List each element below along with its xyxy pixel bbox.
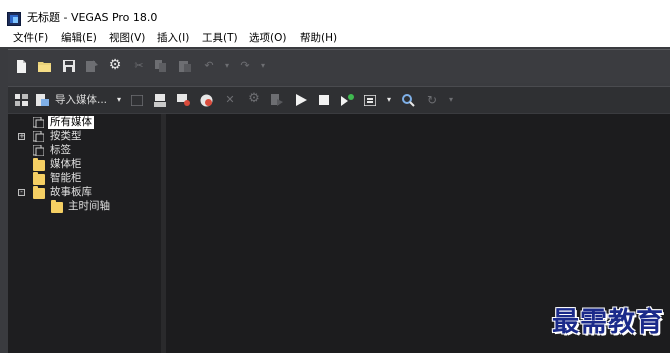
tree-item-by-type[interactable]: + 按类型 bbox=[8, 130, 158, 143]
import-dropdown-icon[interactable]: ▾ bbox=[112, 93, 126, 107]
burn-disc-icon[interactable] bbox=[176, 93, 190, 107]
tree-item-label: 媒体柜 bbox=[50, 158, 82, 170]
render-as-icon[interactable] bbox=[85, 59, 99, 73]
capture-icon[interactable] bbox=[130, 93, 144, 107]
tree-item-label: 智能柜 bbox=[50, 172, 82, 184]
tree-item-label: 故事板库 bbox=[50, 186, 92, 198]
apply-media-fx-icon[interactable] bbox=[270, 93, 284, 107]
undo-dropdown-icon[interactable]: ▾ bbox=[220, 59, 234, 73]
tree-item-storyboard-bins[interactable]: - 故事板库 bbox=[8, 186, 158, 199]
expand-toggle[interactable]: + bbox=[18, 132, 25, 140]
tree-item-media-bins[interactable]: 媒体柜 bbox=[8, 158, 158, 171]
undo-icon[interactable]: ↶ bbox=[202, 59, 216, 73]
refresh-icon[interactable]: ↻ bbox=[425, 93, 439, 107]
media-toolbar: 导入媒体... ▾ ✕ ⚙ ▾ ↻ ▾ bbox=[8, 86, 670, 113]
redo-dropdown-icon[interactable]: ▾ bbox=[256, 59, 270, 73]
tree-item-all-media[interactable]: 所有媒体 bbox=[8, 116, 158, 129]
window-title: 无标题 - VEGAS Pro 18.0 bbox=[27, 11, 158, 24]
tree-item-label: 标签 bbox=[50, 144, 71, 156]
effects-icon[interactable]: ⚙ bbox=[247, 92, 261, 106]
refresh-dropdown-icon[interactable]: ▾ bbox=[444, 93, 458, 107]
new-file-icon[interactable] bbox=[14, 59, 28, 73]
bin-icon bbox=[33, 145, 44, 156]
views-icon[interactable] bbox=[363, 93, 377, 107]
menu-edit[interactable]: 编辑(E) bbox=[61, 30, 97, 46]
menu-file[interactable]: 文件(F) bbox=[13, 30, 48, 46]
cut-icon[interactable]: ✂ bbox=[132, 59, 146, 73]
get-media-icon[interactable] bbox=[153, 93, 167, 107]
tree-item-smart-bins[interactable]: 智能柜 bbox=[8, 172, 158, 185]
copy-icon[interactable] bbox=[154, 59, 168, 73]
collapse-toggle[interactable]: - bbox=[18, 188, 25, 196]
menu-options[interactable]: 选项(O) bbox=[249, 30, 286, 46]
save-icon[interactable] bbox=[62, 59, 76, 73]
play-icon[interactable] bbox=[294, 93, 308, 107]
menu-tools[interactable]: 工具(T) bbox=[202, 30, 238, 46]
folder-icon bbox=[33, 172, 45, 185]
stop-icon[interactable] bbox=[317, 93, 331, 107]
auto-preview-icon[interactable] bbox=[340, 93, 354, 107]
vegas-app-icon bbox=[7, 12, 21, 26]
tree-item-label: 所有媒体 bbox=[48, 116, 94, 129]
bin-icon bbox=[33, 117, 44, 128]
tree-item-tags[interactable]: 标签 bbox=[8, 144, 158, 157]
main-toolbar: ⚙ ✂ ↶ ▾ ↷ ▾ bbox=[8, 49, 670, 83]
folder-icon bbox=[51, 200, 63, 213]
media-tree-panel: 所有媒体 + 按类型 标签 媒体柜 智能柜 - 故事板库 主时间轴 bbox=[8, 114, 161, 353]
menu-view[interactable]: 视图(V) bbox=[109, 30, 145, 46]
search-media-icon[interactable] bbox=[401, 93, 415, 107]
import-media-label[interactable]: 导入媒体... bbox=[55, 93, 107, 107]
online-media-icon[interactable] bbox=[199, 93, 213, 107]
menu-help[interactable]: 帮助(H) bbox=[300, 30, 337, 46]
menu-bar: 文件(F) 编辑(E) 视图(V) 插入(I) 工具(T) 选项(O) 帮助(H… bbox=[0, 29, 670, 47]
tree-item-label: 按类型 bbox=[50, 130, 82, 142]
folder-icon bbox=[33, 186, 45, 199]
remove-icon[interactable]: ✕ bbox=[223, 93, 237, 107]
watermark-text: 最需教育 bbox=[552, 307, 664, 338]
menu-insert[interactable]: 插入(I) bbox=[157, 30, 189, 46]
folder-icon bbox=[33, 158, 45, 171]
tree-item-label: 主时间轴 bbox=[68, 200, 110, 212]
title-bar: 无标题 - VEGAS Pro 18.0 bbox=[0, 0, 670, 26]
paste-icon[interactable] bbox=[178, 59, 192, 73]
open-folder-icon[interactable] bbox=[37, 59, 51, 73]
views-dropdown-icon[interactable]: ▾ bbox=[382, 93, 396, 107]
redo-icon[interactable]: ↷ bbox=[238, 59, 252, 73]
import-media-icon[interactable] bbox=[35, 93, 49, 107]
tree-item-main-timeline[interactable]: 主时间轴 bbox=[8, 200, 158, 213]
bin-icon bbox=[33, 131, 44, 142]
media-view-icon[interactable] bbox=[14, 93, 28, 107]
properties-gear-icon[interactable]: ⚙ bbox=[108, 58, 122, 72]
